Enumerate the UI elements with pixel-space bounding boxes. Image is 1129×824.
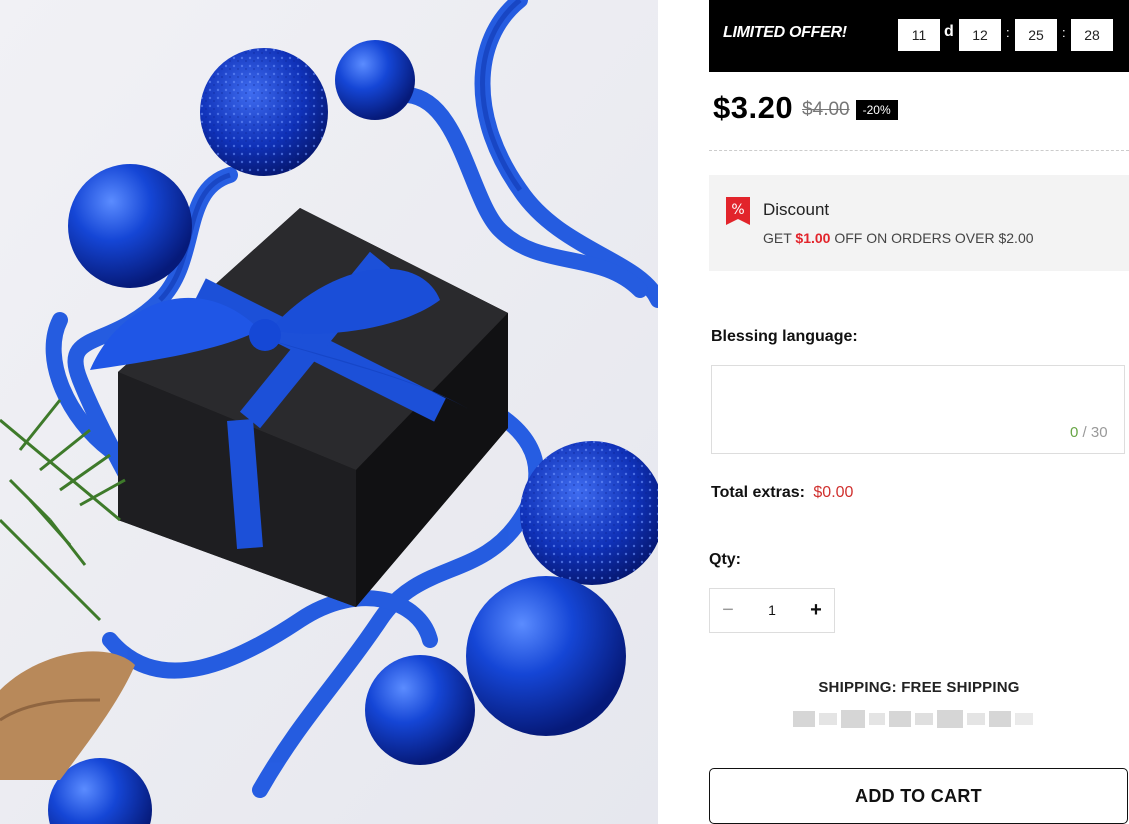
quantity-stepper: − 1 +	[709, 588, 835, 633]
product-image	[0, 0, 658, 824]
countdown-seconds: 28	[1071, 19, 1113, 51]
total-extras-label: Total extras:	[711, 484, 805, 501]
shipping-info: SHIPPING: FREE SHIPPING	[818, 679, 1020, 696]
price-row: $3.20 $4.00 -20%	[713, 88, 898, 128]
divider	[709, 150, 1129, 151]
character-count-separator: /	[1082, 424, 1087, 441]
blessing-language-label: Blessing language:	[711, 328, 858, 345]
character-count-max: 30	[1090, 424, 1108, 441]
countdown-separator: :	[1062, 25, 1066, 40]
countdown-separator: :	[1006, 25, 1010, 40]
discount-box: % Discount GET $1.00 OFF ON ORDERS OVER …	[709, 175, 1129, 271]
discount-prefix: GET	[763, 230, 792, 246]
countdown-hours: 12	[959, 19, 1001, 51]
total-extras-value: $0.00	[813, 484, 854, 501]
discount-description: GET $1.00 OFF ON ORDERS OVER $2.00	[763, 230, 1034, 246]
discount-title: Discount	[763, 200, 830, 219]
total-extras: Total extras: $0.00	[711, 484, 853, 502]
blurred-payment-icons	[793, 710, 1033, 728]
limited-offer-label: LIMITED OFFER!	[723, 24, 847, 41]
minus-icon[interactable]: −	[710, 589, 746, 632]
discount-badge: -20%	[855, 99, 898, 120]
discount-amount: $1.00	[795, 230, 831, 246]
add-to-cart-button[interactable]: ADD TO CART	[709, 768, 1128, 824]
svg-text:%: %	[731, 202, 744, 218]
countdown-days: 11	[898, 19, 940, 51]
plus-icon[interactable]: +	[798, 589, 834, 632]
percent-tag-icon: %	[726, 197, 750, 225]
character-counter: 0 / 30	[1070, 424, 1108, 441]
blessing-language-input[interactable]	[711, 365, 1125, 454]
qty-label: Qty:	[709, 551, 741, 568]
current-price: $3.20	[713, 90, 794, 125]
original-price: $4.00	[802, 99, 850, 120]
countdown-minutes: 25	[1015, 19, 1057, 51]
discount-suffix: OFF ON ORDERS OVER $2.00	[834, 230, 1034, 246]
quantity-value[interactable]: 1	[746, 589, 798, 632]
limited-offer-bar: LIMITED OFFER! 11 d 12 : 25 : 28	[709, 0, 1129, 72]
character-count-current: 0	[1070, 424, 1079, 441]
countdown-days-unit: d	[944, 23, 954, 40]
